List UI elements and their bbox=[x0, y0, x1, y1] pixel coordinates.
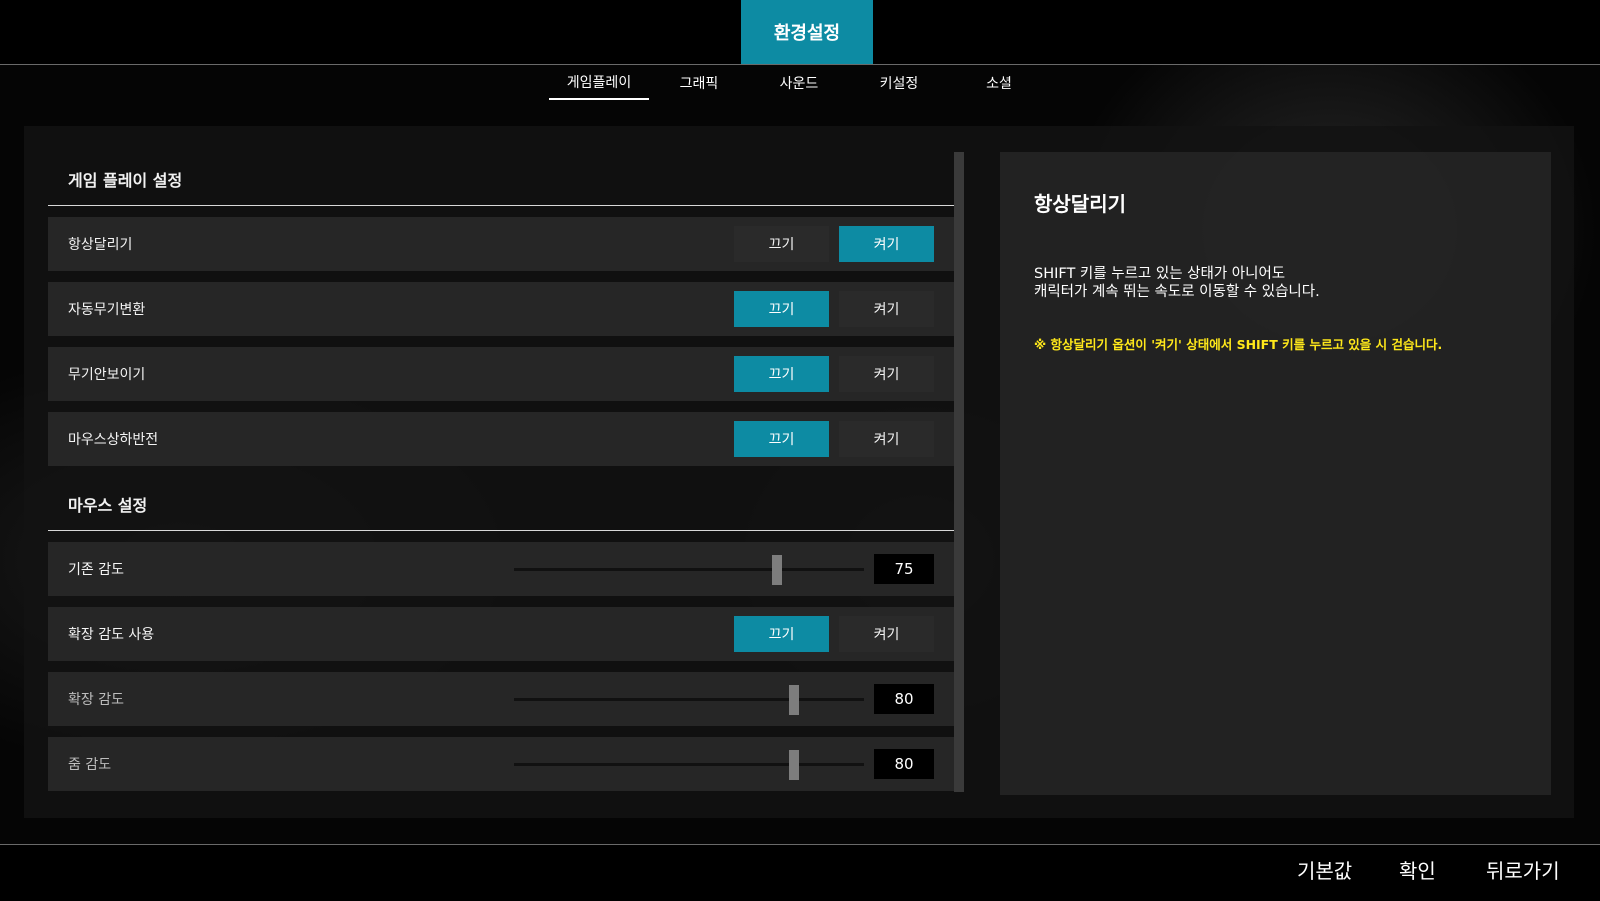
slider-handle[interactable] bbox=[789, 685, 799, 715]
bottom-bar: 기본값 확인 뒤로가기 bbox=[0, 844, 1600, 901]
toggle-group: 끄기 켜기 bbox=[734, 616, 934, 652]
tab-sound[interactable]: 사운드 bbox=[749, 66, 849, 100]
description-warning: ※ 항상달리기 옵션이 '켜기' 상태에서 SHIFT 키를 누르고 있을 시 … bbox=[1034, 337, 1443, 352]
slider-handle[interactable] bbox=[789, 750, 799, 780]
setting-label: 줌 감도 bbox=[68, 757, 112, 773]
settings-title: 환경설정 bbox=[741, 0, 873, 64]
description-title: 항상달리기 bbox=[1034, 192, 1126, 216]
setting-label: 무기안보이기 bbox=[68, 367, 146, 383]
off-button[interactable]: 끄기 bbox=[734, 421, 829, 457]
off-button[interactable]: 끄기 bbox=[734, 616, 829, 652]
setting-row-hide-weapon: 무기안보이기 끄기 켜기 bbox=[48, 347, 954, 401]
setting-row-always-run: 항상달리기 끄기 켜기 bbox=[48, 217, 954, 271]
on-button[interactable]: 켜기 bbox=[839, 616, 934, 652]
toggle-group: 끄기 켜기 bbox=[734, 226, 934, 262]
setting-label: 확장 감도 bbox=[68, 692, 124, 708]
sensitivity-value[interactable]: 75 bbox=[874, 554, 934, 584]
setting-row-invert-mouse: 마우스상하반전 끄기 켜기 bbox=[48, 412, 954, 466]
setting-row-base-sensitivity: 기존 감도 75 bbox=[48, 542, 954, 596]
tab-keybinds[interactable]: 키설정 bbox=[849, 66, 949, 100]
section-title-mouse: 마우스 설정 bbox=[48, 477, 954, 531]
setting-row-extended-sensitivity-toggle: 확장 감도 사용 끄기 켜기 bbox=[48, 607, 954, 661]
off-button[interactable]: 끄기 bbox=[734, 226, 829, 262]
tab-gameplay[interactable]: 게임플레이 bbox=[549, 66, 649, 100]
sensitivity-value[interactable]: 80 bbox=[874, 684, 934, 714]
off-button[interactable]: 끄기 bbox=[734, 356, 829, 392]
description-panel: 항상달리기 SHIFT 키를 누르고 있는 상태가 아니어도 캐릭터가 계속 뛰… bbox=[1000, 152, 1551, 795]
sensitivity-value[interactable]: 80 bbox=[874, 749, 934, 779]
on-button[interactable]: 켜기 bbox=[839, 356, 934, 392]
description-body: SHIFT 키를 누르고 있는 상태가 아니어도 캐릭터가 계속 뛰는 속도로 … bbox=[1034, 265, 1320, 301]
section-title-gameplay: 게임 플레이 설정 bbox=[48, 152, 954, 206]
toggle-group: 끄기 켜기 bbox=[734, 356, 934, 392]
off-button[interactable]: 끄기 bbox=[734, 291, 829, 327]
settings-list: 게임 플레이 설정 항상달리기 끄기 켜기 자동무기변환 끄기 켜기 무기안보이… bbox=[48, 152, 954, 792]
on-button[interactable]: 켜기 bbox=[839, 291, 934, 327]
setting-label: 기존 감도 bbox=[68, 562, 124, 578]
setting-label: 자동무기변환 bbox=[68, 302, 146, 318]
settings-tabs: 게임플레이 그래픽 사운드 키설정 소셜 bbox=[549, 66, 1049, 102]
slider-handle[interactable] bbox=[771, 555, 782, 585]
settings-scrollbar[interactable] bbox=[954, 152, 964, 792]
toggle-group: 끄기 켜기 bbox=[734, 421, 934, 457]
description-line: SHIFT 키를 누르고 있는 상태가 아니어도 bbox=[1034, 266, 1286, 282]
top-bar: 환경설정 bbox=[0, 0, 1600, 65]
toggle-group: 끄기 켜기 bbox=[734, 291, 934, 327]
setting-label: 항상달리기 bbox=[68, 237, 133, 253]
default-button[interactable]: 기본값 bbox=[1297, 855, 1352, 884]
scrollbar-thumb[interactable] bbox=[954, 152, 964, 792]
setting-label: 확장 감도 사용 bbox=[68, 627, 155, 643]
setting-row-extended-sensitivity: 확장 감도 80 bbox=[48, 672, 954, 726]
sensitivity-slider-track[interactable] bbox=[514, 750, 864, 780]
sensitivity-slider-track[interactable] bbox=[514, 555, 864, 585]
confirm-button[interactable]: 확인 bbox=[1399, 855, 1436, 884]
description-line: 캐릭터가 계속 뛰는 속도로 이동할 수 있습니다. bbox=[1034, 284, 1320, 300]
sensitivity-slider-track[interactable] bbox=[514, 685, 864, 715]
tab-graphics[interactable]: 그래픽 bbox=[649, 66, 749, 100]
setting-row-auto-weapon-switch: 자동무기변환 끄기 켜기 bbox=[48, 282, 954, 336]
on-button[interactable]: 켜기 bbox=[839, 421, 934, 457]
tab-social[interactable]: 소셜 bbox=[949, 66, 1049, 100]
setting-label: 마우스상하반전 bbox=[68, 432, 159, 448]
on-button[interactable]: 켜기 bbox=[839, 226, 934, 262]
back-button[interactable]: 뒤로가기 bbox=[1486, 855, 1560, 884]
setting-row-zoom-sensitivity: 줌 감도 80 bbox=[48, 737, 954, 791]
